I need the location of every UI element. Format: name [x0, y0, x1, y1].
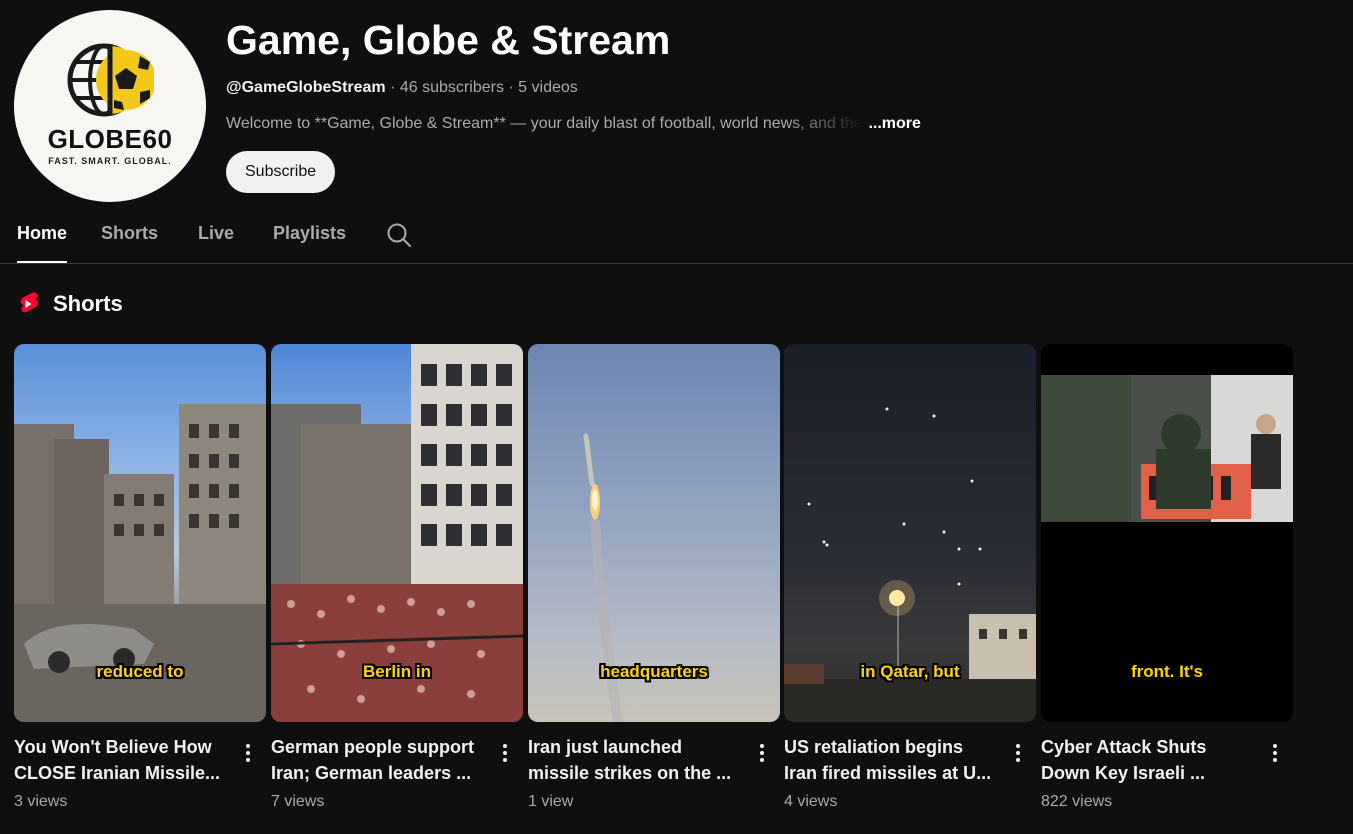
- short-thumbnail[interactable]: headquarters: [528, 344, 780, 722]
- view-count: 3 views: [14, 793, 68, 810]
- short-title[interactable]: You Won't Believe How CLOSE Iranian Miss…: [14, 734, 232, 786]
- meta-separator: ·: [390, 79, 396, 96]
- description-text: Welcome to **Game, Globe & Stream** — yo…: [226, 115, 863, 132]
- channel-title: Game, Globe & Stream: [226, 17, 671, 63]
- short-title-line: German people support: [271, 737, 475, 757]
- short-thumbnail[interactable]: front. It's: [1041, 344, 1293, 722]
- more-actions-icon[interactable]: [756, 742, 768, 764]
- short-title[interactable]: Iran just launched missile strikes on th…: [528, 734, 746, 786]
- short-card[interactable]: Berlin in German people support Iran; Ge…: [271, 344, 523, 824]
- tab-playlists[interactable]: Playlists: [273, 205, 346, 263]
- short-title-line: You Won't Believe How: [14, 737, 212, 757]
- channel-meta: @GameGlobeStream · 46 subscribers · 5 vi…: [226, 79, 966, 97]
- subscribe-button[interactable]: Subscribe: [226, 151, 336, 193]
- more-link[interactable]: ...more: [868, 115, 920, 132]
- logo-wordmark: GLOBE60: [47, 124, 173, 154]
- short-title-line: Cyber Attack Shuts: [1041, 737, 1207, 757]
- short-card[interactable]: in Qatar, but US retaliation begins Iran…: [784, 344, 1036, 824]
- more-actions-icon[interactable]: [242, 742, 254, 764]
- short-card[interactable]: reduced to You Won't Believe How CLOSE I…: [14, 344, 266, 824]
- short-thumbnail[interactable]: reduced to: [14, 344, 266, 722]
- more-actions-icon[interactable]: [1012, 742, 1024, 764]
- short-card[interactable]: headquarters Iran just launched missile …: [528, 344, 780, 824]
- short-thumbnail[interactable]: Berlin in: [271, 344, 523, 722]
- short-caption: in Qatar, but: [860, 662, 960, 681]
- short-title-line: Iran fired missiles at U...: [784, 763, 992, 783]
- short-caption: front. It's: [1130, 662, 1204, 681]
- view-count: 1 view: [528, 793, 574, 810]
- short-title[interactable]: German people support Iran; German leade…: [271, 734, 489, 786]
- video-count: 5 videos: [518, 79, 578, 96]
- short-caption: headquarters: [600, 662, 708, 681]
- channel-handle[interactable]: @GameGlobeStream: [226, 79, 386, 96]
- short-thumbnail[interactable]: in Qatar, but: [784, 344, 1036, 722]
- channel-info: Game, Globe & Stream @GameGlobeStream · …: [226, 10, 966, 193]
- short-title[interactable]: Cyber Attack Shuts Down Key Israeli ...: [1041, 734, 1259, 786]
- view-count: 4 views: [784, 793, 838, 810]
- subscriber-count: 46 subscribers: [399, 79, 504, 96]
- logo-tagline: FAST. SMART. GLOBAL.: [48, 156, 172, 166]
- tab-live[interactable]: Live: [198, 205, 234, 263]
- channel-tabs: Home Shorts Live Playlists: [0, 205, 1353, 264]
- short-title[interactable]: US retaliation begins Iran fired missile…: [784, 734, 1002, 786]
- view-count: 822 views: [1041, 793, 1113, 810]
- view-count: 7 views: [271, 793, 325, 810]
- short-title-line: CLOSE Iranian Missile...: [14, 763, 221, 783]
- section-title: Shorts: [53, 291, 123, 316]
- short-title-line: Iran; German leaders ...: [271, 763, 472, 783]
- channel-header: GLOBE60 FAST. SMART. GLOBAL. Game, Globe…: [14, 10, 1334, 202]
- short-title-line: US retaliation begins: [784, 737, 964, 757]
- meta-separator: ·: [508, 79, 514, 96]
- more-actions-icon[interactable]: [1269, 742, 1281, 764]
- globe-ball-logo-icon: [67, 43, 154, 117]
- short-caption: reduced to: [96, 662, 184, 681]
- short-title-line: Iran just launched: [528, 737, 683, 757]
- shorts-icon: [20, 292, 39, 313]
- short-caption: Berlin in: [362, 662, 431, 681]
- short-title-line: missile strikes on the ...: [528, 763, 732, 783]
- channel-description[interactable]: Welcome to **Game, Globe & Stream** — yo…: [226, 115, 966, 137]
- tab-shorts[interactable]: Shorts: [101, 205, 158, 263]
- search-icon[interactable]: [386, 222, 412, 248]
- channel-avatar[interactable]: GLOBE60 FAST. SMART. GLOBAL.: [14, 10, 206, 202]
- more-actions-icon[interactable]: [499, 742, 511, 764]
- tab-home[interactable]: Home: [17, 205, 68, 263]
- short-card[interactable]: front. It's Cyber Attack Shuts Down Key …: [1041, 344, 1293, 824]
- short-title-line: Down Key Israeli ...: [1041, 763, 1206, 783]
- shorts-shelf: reduced to You Won't Believe How CLOSE I…: [14, 344, 1304, 824]
